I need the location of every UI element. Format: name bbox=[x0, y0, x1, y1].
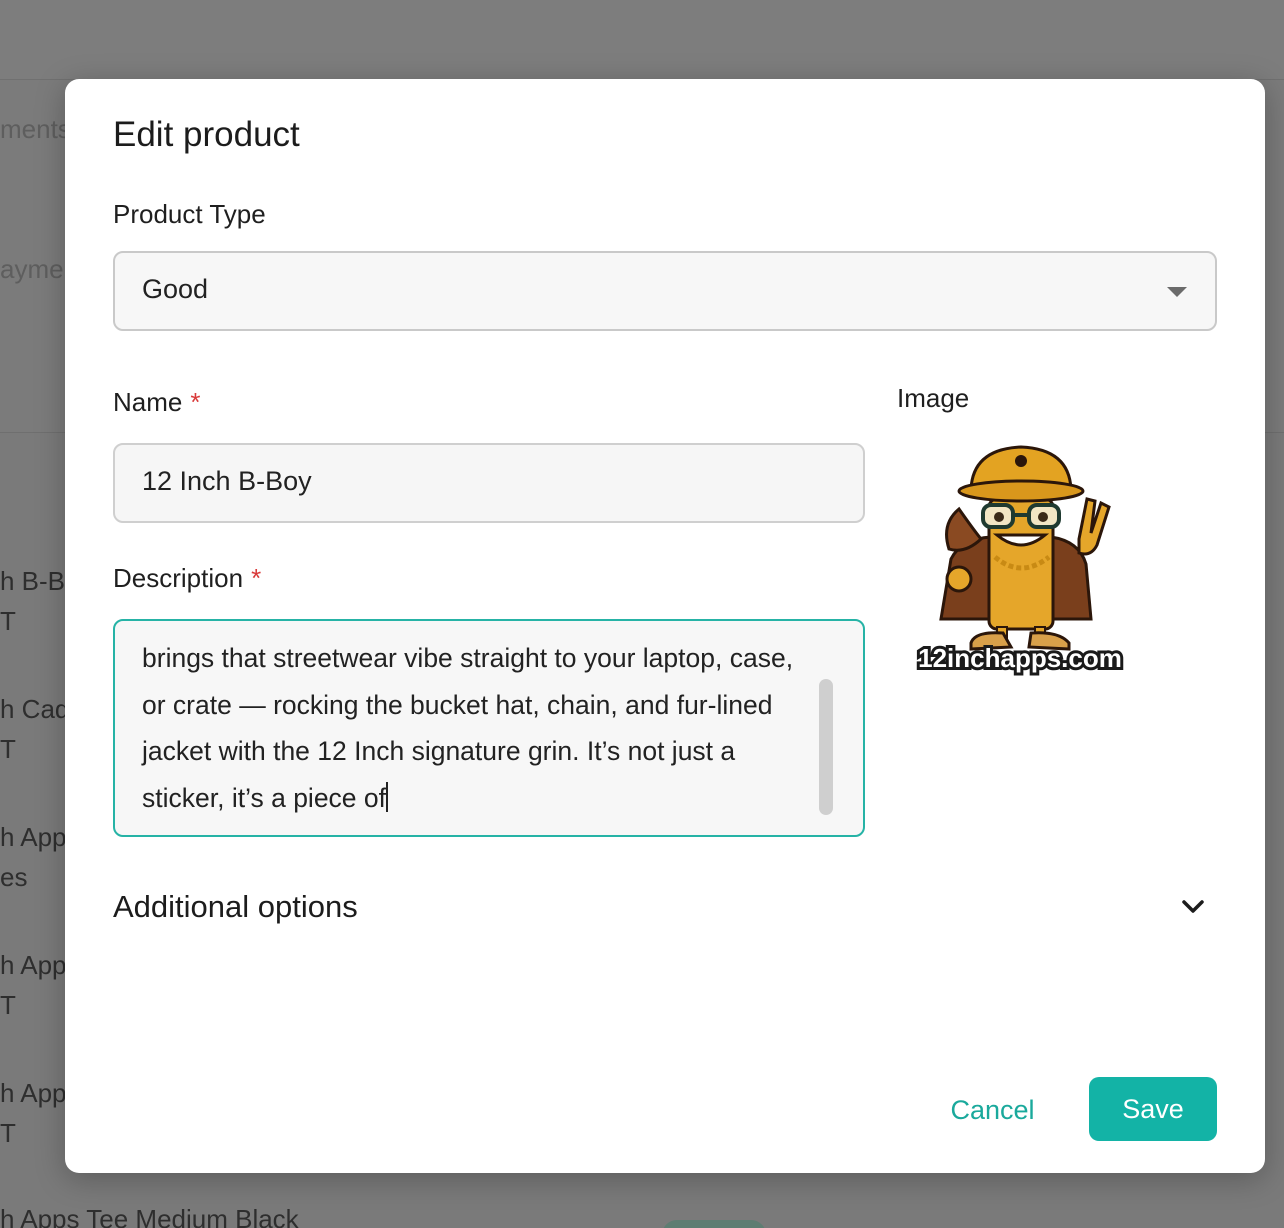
background-text: ayme bbox=[0, 254, 64, 284]
image-label: Image bbox=[897, 383, 970, 413]
product-image[interactable]: 12inchapps.com bbox=[911, 429, 1129, 679]
name-label-text: Name bbox=[113, 387, 183, 417]
background-text: ments bbox=[0, 114, 71, 144]
background-header bbox=[0, 0, 1284, 80]
description-textarea[interactable]: brings that streetwear vibe straight to … bbox=[113, 619, 865, 837]
background-row-title: h Cad bbox=[0, 694, 70, 724]
background-row-subtitle: T bbox=[0, 1118, 16, 1148]
cancel-button[interactable]: Cancel bbox=[935, 1077, 1050, 1141]
caret-down-icon bbox=[1167, 287, 1187, 297]
background-status-badge bbox=[662, 1220, 766, 1228]
background-row-title: h App bbox=[0, 950, 67, 980]
background-row-subtitle: T bbox=[0, 606, 16, 636]
save-button[interactable]: Save bbox=[1089, 1077, 1217, 1141]
name-input[interactable]: 12 Inch B-Boy bbox=[113, 443, 865, 523]
name-label: Name * bbox=[113, 387, 200, 418]
required-indicator: * bbox=[251, 563, 262, 593]
product-type-label: Product Type bbox=[113, 199, 266, 229]
product-type-select[interactable]: Good bbox=[113, 251, 1217, 331]
background-row-title: h Apps Tee Medium Black bbox=[0, 1204, 299, 1228]
textarea-scrollbar[interactable] bbox=[819, 679, 833, 815]
additional-options-toggle[interactable]: Additional options bbox=[113, 885, 1213, 933]
description-label-text: Description bbox=[113, 563, 244, 593]
name-input-value: 12 Inch B-Boy bbox=[142, 466, 312, 496]
background-row-subtitle: T bbox=[0, 990, 16, 1020]
background-row-title: h App bbox=[0, 822, 67, 852]
additional-options-label: Additional options bbox=[113, 889, 358, 924]
background-row-title: h App bbox=[0, 1078, 67, 1108]
logo-wordmark: 12inchapps.com bbox=[918, 643, 1122, 673]
description-label: Description * bbox=[113, 563, 261, 594]
chevron-down-icon bbox=[1182, 900, 1204, 913]
background-row-subtitle: es bbox=[0, 862, 28, 892]
required-indicator: * bbox=[190, 387, 201, 417]
description-value: brings that streetwear vibe straight to … bbox=[142, 643, 794, 813]
dialog-title: Edit product bbox=[113, 115, 300, 154]
mascot-logo-image: 12inchapps.com bbox=[915, 445, 1125, 676]
product-type-value: Good bbox=[142, 274, 209, 304]
description-text: brings that streetwear vibe straight to … bbox=[142, 635, 822, 821]
text-cursor bbox=[386, 781, 389, 812]
background-row-subtitle: T bbox=[0, 734, 16, 764]
edit-product-dialog: Edit product Product Type Good Name * 12 … bbox=[65, 79, 1265, 1173]
